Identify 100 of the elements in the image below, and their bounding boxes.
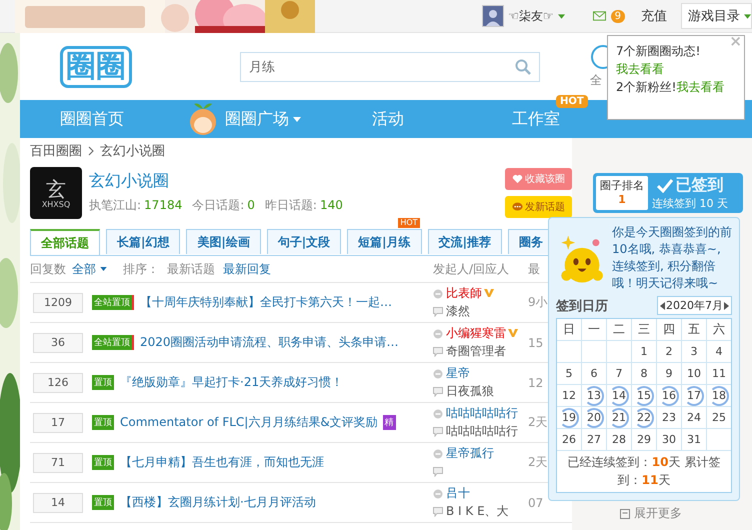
calendar-day[interactable]: 10 — [684, 364, 704, 384]
calendar-day[interactable]: 5 — [559, 364, 579, 384]
signed-status: 已签到 — [676, 175, 724, 196]
calendar-day[interactable]: 26 — [559, 430, 579, 450]
calendar-day[interactable]: 8 — [634, 364, 654, 384]
category-tab[interactable]: 长篇|幻想 — [106, 229, 180, 254]
weekday-label: 日 — [557, 319, 582, 341]
game-menu-dropdown[interactable]: 游戏目录 — [681, 3, 752, 29]
replier-name[interactable]: 日夜孤狼 — [446, 383, 494, 400]
user-icon — [433, 408, 443, 418]
weekday-label: 六 — [707, 319, 731, 341]
pinned-tag: 全站置顶 — [92, 335, 134, 350]
recharge-link[interactable]: 充值 — [641, 7, 667, 25]
calendar-day[interactable]: 7 — [609, 364, 629, 384]
replier-name[interactable]: 漆然 — [446, 303, 470, 320]
pinned-tag: 置顶 — [92, 455, 114, 470]
sort-option[interactable]: 最新回复 — [223, 260, 271, 278]
user-icon — [433, 368, 443, 378]
vip-icon — [508, 329, 518, 337]
weekday-label: 五 — [682, 319, 707, 341]
expand-icon — [620, 508, 630, 518]
category-tab[interactable]: 美图|绘画 — [186, 229, 261, 254]
author-name[interactable]: 小编猩寒雷 — [446, 325, 518, 342]
mail-icon[interactable] — [592, 11, 606, 21]
sort-option[interactable]: 最新话题 — [167, 260, 215, 278]
view-link[interactable]: 我去看看 — [616, 62, 664, 76]
topic-title[interactable]: 【西楼】玄圈月练计划·七月月评活动 — [120, 494, 316, 511]
month-selector[interactable]: 2020年7月 — [657, 296, 732, 315]
caret-icon[interactable] — [558, 14, 565, 18]
signin-summary: 已经连续签到：10天 累计签到：11天 — [566, 454, 722, 489]
search-icon[interactable] — [515, 58, 531, 74]
last-reply-time: 2天 — [528, 414, 548, 431]
calendar-day[interactable]: 3 — [684, 342, 704, 362]
topic-title[interactable]: 『绝版勋章』早起打卡·21天养成好习惯！ — [120, 374, 344, 391]
calendar-title: 签到日历 — [556, 298, 608, 314]
notification-text: 7个新圈圈动态! 我去看看 — [616, 43, 702, 78]
calendar-day[interactable]: 25 — [709, 408, 729, 428]
action-button[interactable]: 发新话题 — [505, 196, 572, 218]
comment-icon — [433, 426, 443, 436]
calendar-day[interactable]: 31 — [684, 430, 704, 450]
mail-count-badge: 9 — [610, 10, 625, 22]
comment-icon — [433, 386, 443, 396]
calendar-day[interactable]: 24 — [684, 408, 704, 428]
calendar-day[interactable]: 6 — [584, 364, 604, 384]
shortcut-label[interactable]: 全 — [590, 72, 602, 89]
author-name[interactable]: 星帝孤行 — [446, 445, 494, 462]
search-field[interactable]: 月练 — [240, 52, 540, 82]
calendar-day[interactable]: 4 — [709, 342, 729, 362]
replier-name[interactable]: 咕咕咕咕咕行 — [446, 423, 518, 440]
calendar-day[interactable]: 23 — [659, 408, 679, 428]
view-link[interactable]: 我去看看 — [676, 80, 724, 94]
author-name[interactable]: 比表師 — [446, 285, 494, 302]
calendar-day[interactable]: 28 — [609, 430, 629, 450]
breadcrumb-link[interactable]: 百田圈圈 — [30, 142, 82, 160]
category-tab[interactable]: 全部话题 — [30, 229, 100, 255]
category-tab[interactable]: 短篇|月练 — [347, 229, 422, 254]
hot-badge: HOT — [556, 94, 588, 108]
calendar-day[interactable]: 29 — [634, 430, 654, 450]
category-tab[interactable]: 句子|文段 — [266, 229, 342, 254]
reply-count: 36 — [33, 332, 83, 352]
prev-month-icon[interactable] — [660, 302, 665, 310]
reply-count: 71 — [33, 452, 83, 472]
rank-label: 圈子排名 — [600, 179, 644, 193]
last-reply-time: 12 — [528, 376, 544, 390]
chevron-icon — [88, 146, 94, 156]
column-label: 回复数 — [30, 260, 66, 278]
circle-name[interactable]: 玄幻小说圈 — [89, 171, 343, 192]
rank-value: 1 — [618, 193, 626, 207]
replier-name[interactable]: 奇圈管理者 — [446, 343, 506, 360]
column-label: 发起人/回应人 — [433, 260, 510, 278]
author-name[interactable]: 咕咕咕咕咕行 — [446, 405, 518, 422]
replier-name[interactable]: B I K E、大 — [446, 503, 509, 520]
filter-dropdown[interactable]: 全部 — [72, 260, 107, 278]
weekday-label: 二 — [607, 319, 632, 341]
calendar-day[interactable]: 30 — [659, 430, 679, 450]
topic-title[interactable]: 【十周年庆特别奉献】全民打卡第六天！一起… — [140, 294, 392, 311]
topic-title[interactable]: Commentator of FLC|六月月练结果&文评奖励 — [120, 414, 378, 431]
column-label: 最 — [528, 260, 541, 278]
reply-count: 17 — [33, 412, 83, 432]
avatar-icon[interactable] — [482, 5, 504, 27]
calendar-day[interactable]: 9 — [659, 364, 679, 384]
heart-icon — [512, 174, 523, 184]
category-tab[interactable]: 交流|推荐 — [428, 229, 502, 254]
comment-icon — [433, 346, 443, 356]
author-name[interactable]: 星帝 — [446, 365, 470, 382]
calendar-day[interactable]: 2 — [659, 342, 679, 362]
calendar-day[interactable]: 11 — [709, 364, 729, 384]
topic-title[interactable]: 2020圈圈活动申请流程、职务申请、头条申请… — [140, 334, 399, 351]
last-reply-time: 2天 — [528, 454, 548, 471]
username[interactable]: ☜柒友☞ — [508, 8, 554, 24]
next-month-icon[interactable] — [724, 302, 729, 310]
user-icon — [433, 488, 443, 498]
author-name[interactable]: 吕十 — [446, 485, 470, 502]
comment-icon — [433, 506, 443, 516]
chat-bubble-icon — [512, 202, 523, 212]
calendar-day[interactable]: 12 — [559, 386, 579, 406]
last-reply-time: 9小 — [528, 294, 548, 311]
calendar-day[interactable]: 27 — [584, 430, 604, 450]
topic-title[interactable]: 【七月申精】吾生也有涯，而知也无涯 — [120, 454, 324, 471]
calendar-day[interactable]: 1 — [634, 342, 654, 362]
